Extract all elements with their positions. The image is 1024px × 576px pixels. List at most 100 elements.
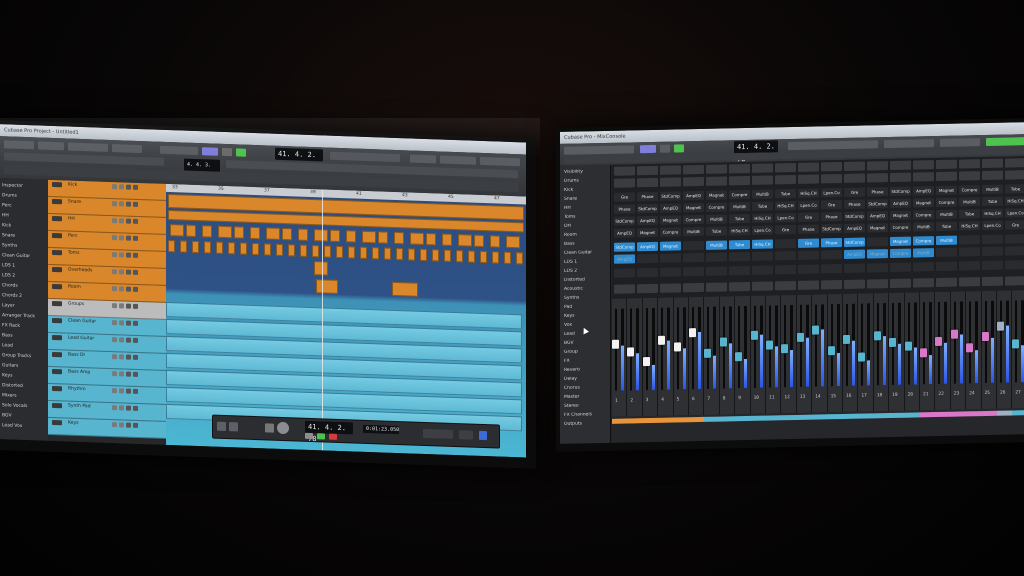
- insert-slot[interactable]: [982, 276, 1003, 287]
- inspector-item[interactable]: Bass: [2, 332, 46, 341]
- mixer-channel[interactable]: 22: [935, 291, 951, 411]
- insert-slot[interactable]: Magnet: [913, 198, 934, 208]
- mixer-channel[interactable]: 8: [719, 296, 736, 415]
- insert-slot[interactable]: [660, 165, 681, 175]
- record-enable-button[interactable]: [126, 201, 131, 207]
- toolbar-button[interactable]: [410, 154, 436, 164]
- fader-track[interactable]: [753, 305, 756, 388]
- insert-slot[interactable]: [752, 251, 773, 261]
- insert-slot[interactable]: [729, 175, 750, 186]
- inspector-item[interactable]: BGV: [2, 412, 46, 421]
- fader-cap[interactable]: [981, 331, 989, 342]
- record-enable-button[interactable]: [126, 354, 131, 360]
- insert-slot[interactable]: Tube: [729, 213, 750, 224]
- edit-button[interactable]: [52, 266, 62, 273]
- fader-cap[interactable]: [719, 337, 727, 347]
- inspector-item[interactable]: Drums: [2, 192, 46, 201]
- edit-button[interactable]: [52, 215, 62, 222]
- insert-slot[interactable]: [706, 266, 727, 276]
- insert-slot[interactable]: [614, 284, 635, 294]
- insert-slot[interactable]: [729, 163, 750, 174]
- inspector-item[interactable]: FX Rack: [2, 322, 46, 331]
- insert-slot[interactable]: StdComp: [890, 186, 911, 197]
- mixer-channel[interactable]: 3: [642, 297, 659, 417]
- mixer-channel[interactable]: 15: [827, 293, 843, 413]
- insert-slot[interactable]: [637, 165, 658, 176]
- insert-slot[interactable]: [867, 161, 888, 171]
- midi-part[interactable]: [378, 231, 388, 244]
- visibility-item[interactable]: Synths: [564, 295, 608, 302]
- record-enable-button[interactable]: [126, 371, 131, 377]
- record-enable-button[interactable]: [126, 337, 131, 343]
- insert-slot[interactable]: [913, 262, 934, 272]
- fader-track[interactable]: [799, 304, 802, 387]
- visibility-item[interactable]: Acoustic: [564, 286, 608, 293]
- midi-part[interactable]: [506, 235, 520, 249]
- insert-slot[interactable]: [959, 171, 980, 181]
- midi-part[interactable]: [228, 242, 235, 255]
- edit-button[interactable]: [52, 317, 62, 324]
- visibility-item[interactable]: FX: [564, 358, 608, 365]
- midi-part[interactable]: [384, 247, 391, 260]
- fader-cap[interactable]: [935, 336, 943, 347]
- fader-cap[interactable]: [812, 325, 820, 335]
- insert-slot[interactable]: [683, 164, 704, 175]
- insert-slot[interactable]: MultiB: [706, 240, 727, 250]
- midi-part[interactable]: [360, 246, 367, 259]
- visibility-item[interactable]: Distorted: [564, 277, 608, 284]
- record-enable-button[interactable]: [126, 218, 131, 224]
- midi-part[interactable]: [218, 225, 232, 239]
- insert-slot[interactable]: [821, 280, 842, 290]
- mixer-channel[interactable]: 27: [1012, 290, 1024, 409]
- insert-slot[interactable]: [959, 261, 980, 271]
- insert-slot[interactable]: [913, 278, 934, 288]
- insert-slot[interactable]: Compre: [890, 222, 911, 233]
- insert-slot[interactable]: Gre: [798, 212, 819, 222]
- visibility-item[interactable]: FX Channels: [564, 412, 608, 419]
- mixer-channel[interactable]: 26: [997, 290, 1013, 409]
- insert-slot[interactable]: [844, 173, 865, 183]
- visibility-item[interactable]: Visibility: [564, 169, 608, 176]
- solo-button[interactable]: [119, 303, 124, 309]
- fader-track[interactable]: [876, 303, 879, 386]
- inspector-item[interactable]: Layer: [2, 302, 46, 311]
- insert-slot[interactable]: HiSq.CH: [959, 221, 980, 231]
- fader-track[interactable]: [984, 300, 987, 384]
- fader-track[interactable]: [692, 307, 694, 390]
- visibility-item[interactable]: Pad: [564, 304, 608, 311]
- inspector-item[interactable]: HH: [2, 212, 46, 221]
- insert-slot[interactable]: AmpEQ: [913, 186, 934, 196]
- solo-button[interactable]: [119, 422, 124, 428]
- insert-slot[interactable]: [982, 158, 1003, 169]
- insert-slot[interactable]: Phase: [821, 238, 842, 248]
- insert-slot[interactable]: Magnet: [706, 190, 727, 200]
- inspector-item[interactable]: Kick: [2, 222, 46, 231]
- fader-track[interactable]: [645, 308, 648, 391]
- inspector-item[interactable]: Distorted: [2, 382, 46, 391]
- monitor-button[interactable]: [133, 286, 138, 292]
- insert-slot[interactable]: StdComp: [614, 216, 635, 226]
- midi-part[interactable]: [282, 227, 292, 241]
- midi-part[interactable]: [468, 250, 475, 263]
- mute-button[interactable]: [112, 184, 117, 190]
- mixer-channel[interactable]: 18: [873, 293, 890, 412]
- inspector-item[interactable]: Guitars: [2, 362, 46, 371]
- midi-part[interactable]: [186, 224, 196, 237]
- insert-slot[interactable]: [798, 264, 819, 274]
- mixer-channel[interactable]: 19: [889, 292, 905, 412]
- insert-slot[interactable]: [775, 264, 796, 275]
- insert-slot[interactable]: MultiB: [936, 235, 957, 246]
- midi-part[interactable]: [170, 224, 184, 237]
- insert-slot[interactable]: Magnet: [660, 215, 681, 225]
- toolbar-button[interactable]: [38, 141, 64, 151]
- record-enable-button[interactable]: [126, 269, 131, 275]
- insert-slot[interactable]: Gre: [775, 224, 796, 235]
- toolbar-button[interactable]: [660, 144, 670, 153]
- insert-slot[interactable]: MultiB: [706, 214, 727, 224]
- insert-slot[interactable]: StdComp: [637, 203, 658, 214]
- insert-slot[interactable]: HiSq.CH: [752, 213, 773, 223]
- toolbar-button[interactable]: [4, 140, 34, 150]
- toolbar-button[interactable]: [68, 142, 108, 152]
- insert-slot[interactable]: Compre: [890, 248, 911, 259]
- midi-part[interactable]: [240, 242, 247, 255]
